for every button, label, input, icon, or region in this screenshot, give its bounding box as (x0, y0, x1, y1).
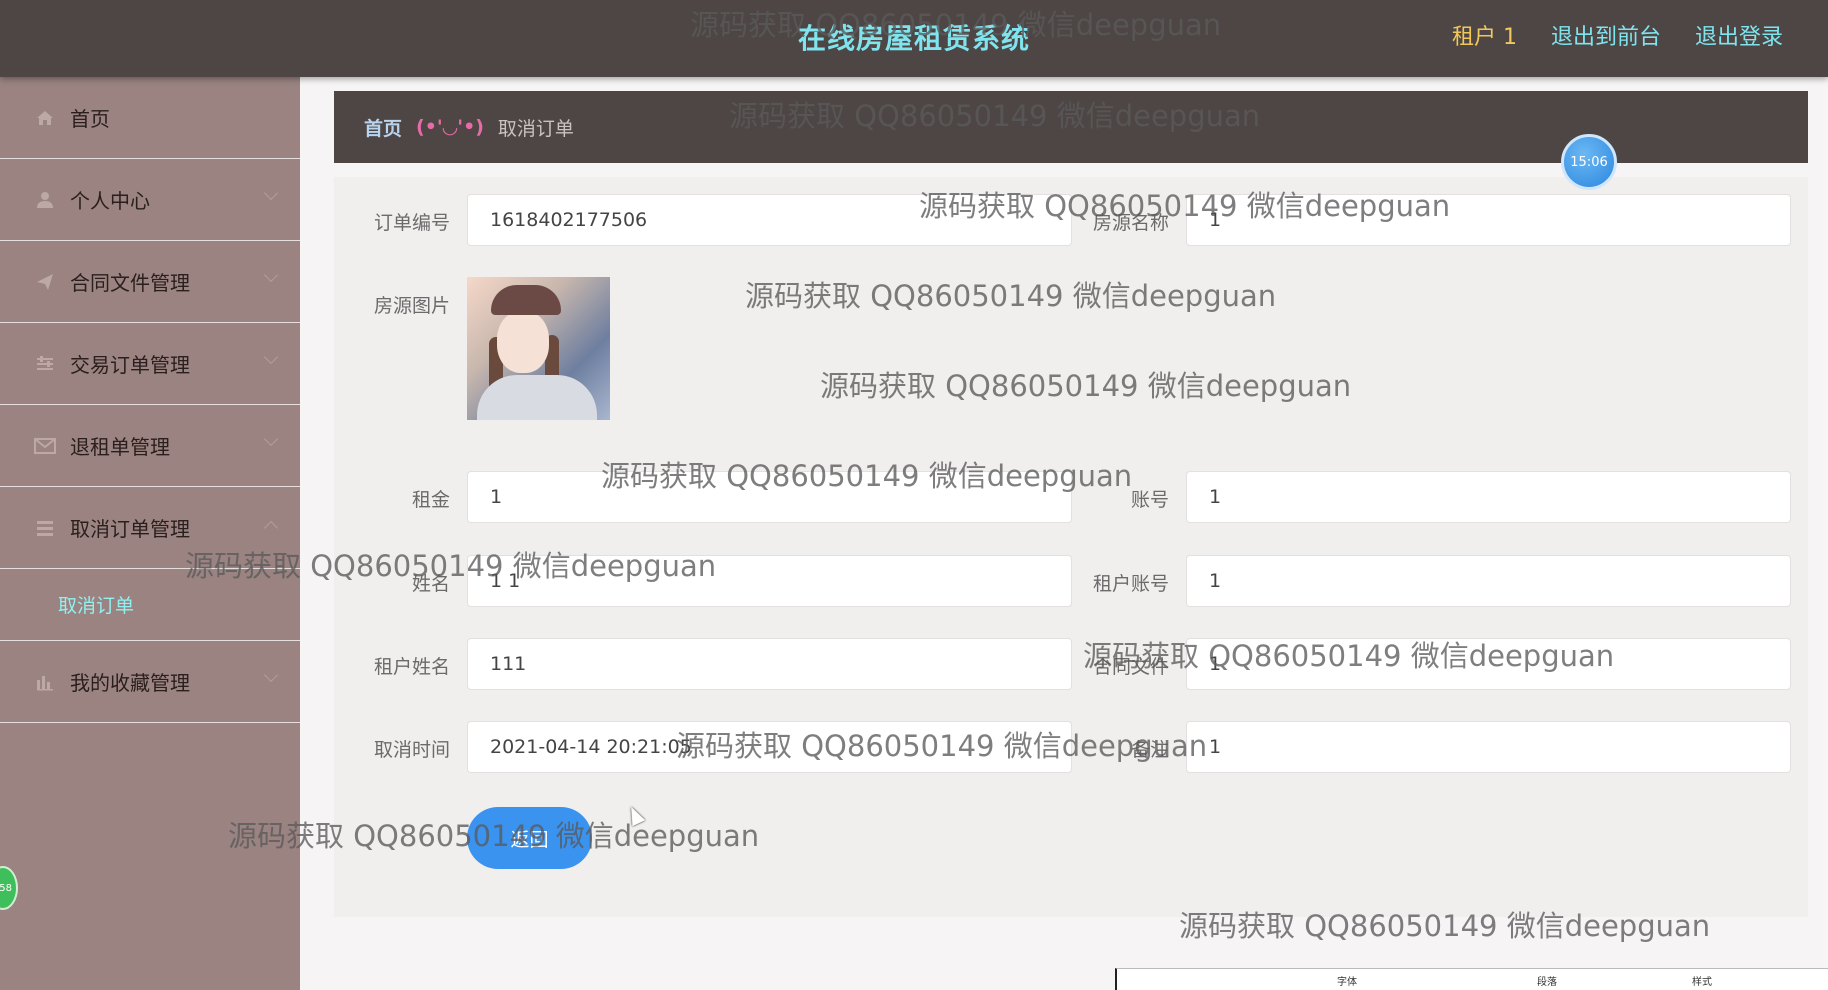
breadcrumb-separator: (•'◡'•) (416, 116, 484, 138)
send-icon (34, 271, 56, 293)
taskbar-strip: 字体 段落 样式 (1115, 968, 1828, 990)
sidebar-item-label: 取消订单管理 (70, 517, 190, 541)
chevron-down-icon (263, 185, 279, 201)
top-header: 在线房屋租赁系统 租户 1 退出到前台 退出登录 (0, 0, 1828, 77)
sidebar-item-checkout-orders[interactable]: 退租单管理 (0, 405, 300, 487)
cancel-time-field[interactable]: 2021-04-14 20:21:05 (467, 721, 1072, 773)
tenant-name-field[interactable]: 111 (467, 638, 1072, 690)
menu-icon (34, 517, 56, 539)
sidebar-item-favorites[interactable]: 我的收藏管理 (0, 641, 300, 723)
rent-field[interactable]: 1 (467, 471, 1072, 523)
order-number-label: 订单编号 (373, 212, 450, 234)
account-label: 账号 (1130, 489, 1169, 511)
sidebar-item-cancel-orders[interactable]: 取消订单管理 (0, 487, 300, 569)
sidebar: 首页 个人中心 合同文件管理 交易订单管理 退租单管理 取消订单管理 取消订单 … (0, 77, 300, 990)
strip-paragraph-label: 段落 (1537, 977, 1557, 988)
sidebar-item-personal-center[interactable]: 个人中心 (0, 159, 300, 241)
order-detail-form: 订单编号 1618402177506 房源名称 1 房源图片 租金 1 账号 1… (334, 177, 1808, 917)
sliders-icon (34, 353, 56, 375)
logout-link[interactable]: 退出登录 (1695, 19, 1783, 51)
home-icon (34, 107, 56, 129)
house-name-label: 房源名称 (1092, 212, 1169, 234)
contract-file-label: 合同文件 (1092, 656, 1169, 678)
exit-to-frontend-link[interactable]: 退出到前台 (1551, 19, 1661, 51)
order-number-field[interactable]: 1618402177506 (467, 194, 1072, 246)
remark-field[interactable]: 1 (1186, 721, 1791, 773)
strip-style-label: 样式 (1692, 977, 1712, 988)
chevron-down-icon (263, 667, 279, 683)
breadcrumb-home-link[interactable]: 首页 (364, 114, 402, 141)
rent-label: 租金 (411, 489, 450, 511)
sidebar-item-label: 退租单管理 (70, 435, 170, 459)
tenant-account-field[interactable]: 1 (1186, 555, 1791, 607)
chevron-down-icon (263, 431, 279, 447)
back-button[interactable]: 返回 (467, 807, 592, 869)
chevron-up-icon (263, 520, 279, 536)
sidebar-item-label: 首页 (70, 107, 110, 131)
chart-icon (34, 671, 56, 693)
account-field[interactable]: 1 (1186, 471, 1791, 523)
header-actions: 租户 1 退出到前台 退出登录 (1452, 19, 1783, 51)
sidebar-item-label: 合同文件管理 (70, 271, 190, 295)
strip-font-label: 字体 (1337, 977, 1357, 988)
name-label: 姓名 (411, 573, 450, 595)
current-user: 租户 1 (1451, 25, 1517, 50)
tenant-name-label: 租户姓名 (373, 656, 450, 678)
sidebar-item-label: 我的收藏管理 (70, 671, 190, 695)
remark-label: 备注 (1130, 739, 1169, 761)
clock-badge[interactable]: 15:06 (1561, 134, 1617, 190)
sidebar-item-label: 交易订单管理 (70, 353, 190, 377)
sidebar-item-home[interactable]: 首页 (0, 77, 300, 159)
sidebar-subitem-cancel-order[interactable]: 取消订单 (0, 569, 300, 641)
contract-file-field[interactable]: 1 (1186, 638, 1791, 690)
chevron-down-icon (263, 349, 279, 365)
name-field[interactable]: 1 1 (467, 555, 1072, 607)
house-name-field[interactable]: 1 (1186, 194, 1791, 246)
breadcrumb-current: 取消订单 (497, 117, 574, 140)
mail-icon (34, 435, 56, 457)
sidebar-item-label: 个人中心 (70, 189, 150, 213)
sidebar-item-contract-files[interactable]: 合同文件管理 (0, 241, 300, 323)
cancel-time-label: 取消时间 (373, 739, 450, 761)
tenant-account-label: 租户账号 (1092, 573, 1169, 595)
sidebar-item-trade-orders[interactable]: 交易订单管理 (0, 323, 300, 405)
house-image (467, 277, 610, 420)
chevron-down-icon (263, 267, 279, 283)
user-icon (34, 189, 56, 211)
house-image-label: 房源图片 (373, 295, 450, 317)
